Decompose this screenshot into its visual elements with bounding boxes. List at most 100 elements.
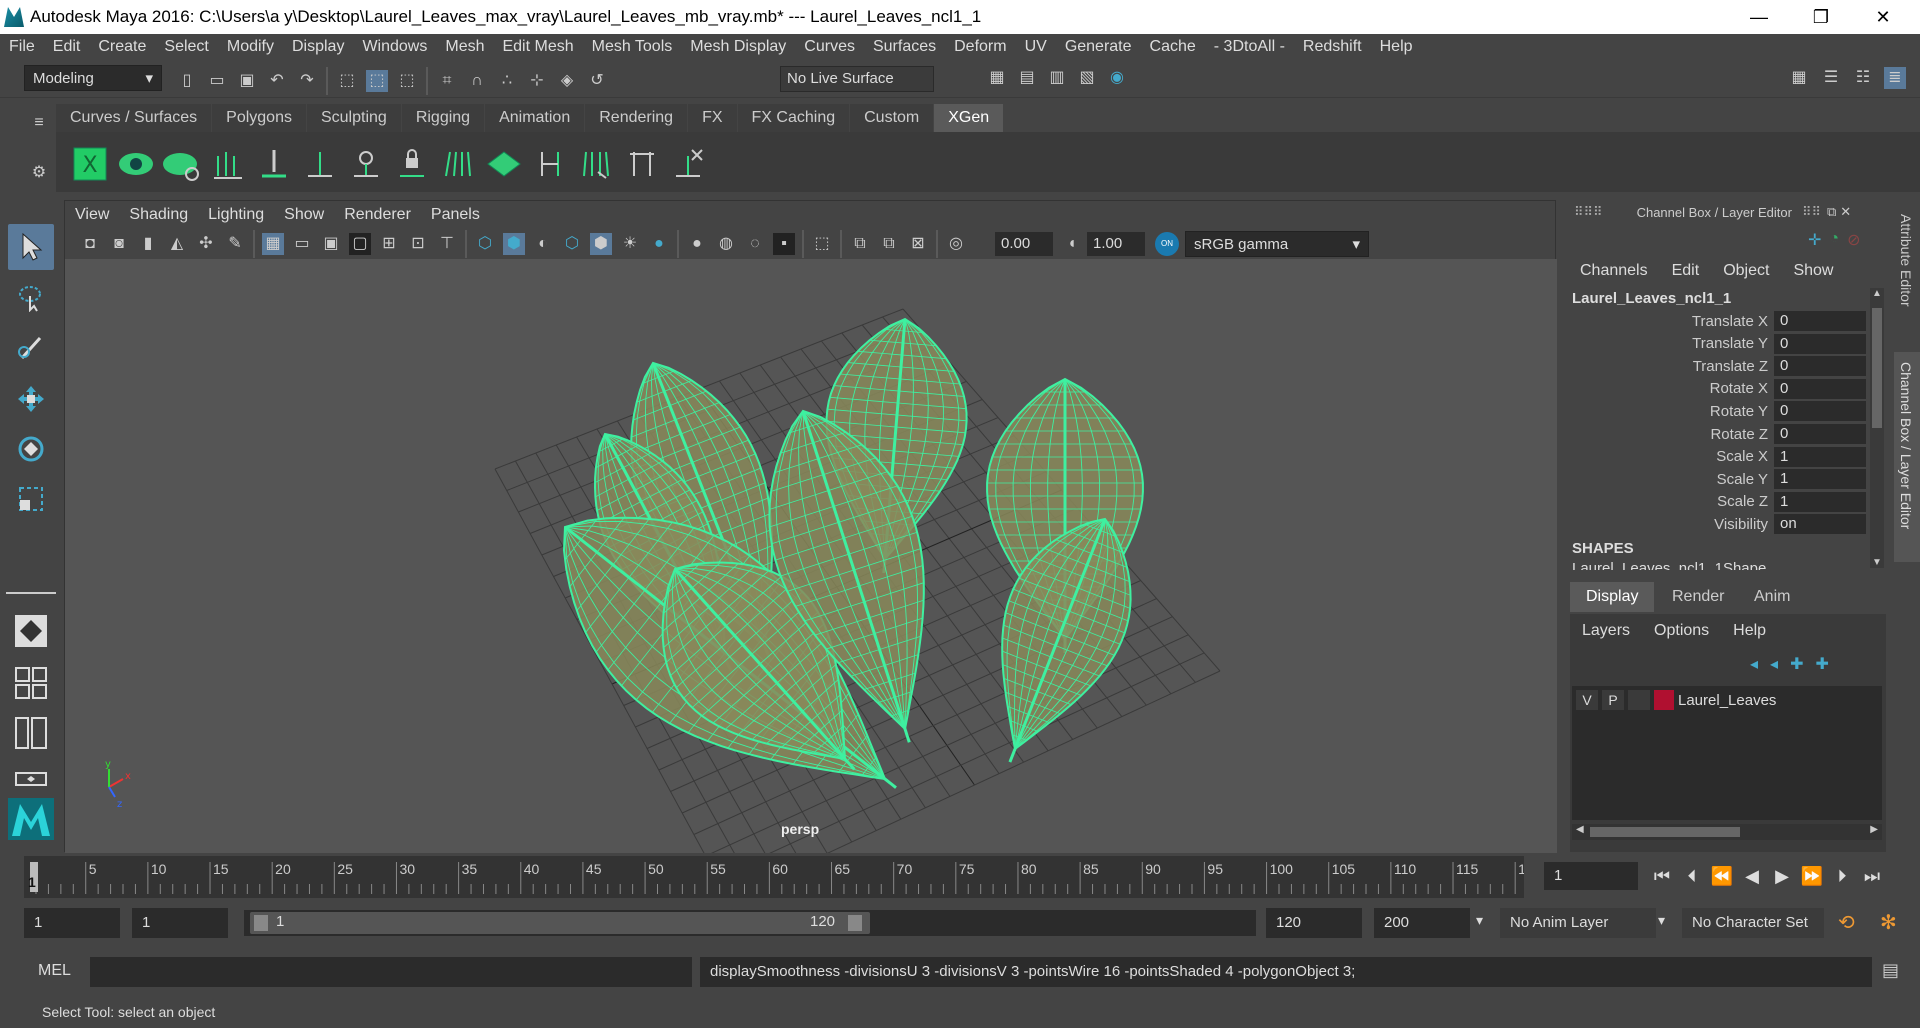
open-scene-icon[interactable]: ▭ [206, 70, 228, 92]
channel-value-field[interactable]: 0 [1774, 333, 1866, 354]
layer-visibility-toggle[interactable]: V [1576, 690, 1598, 710]
xray-icon[interactable]: ⬢ [590, 233, 612, 255]
layers-menu[interactable]: Layers [1582, 622, 1630, 640]
tool-settings-toggle-icon[interactable]: ☷ [1852, 67, 1874, 89]
show-menu[interactable]: Show [1793, 262, 1833, 280]
channel-label[interactable]: Rotate X [1566, 380, 1774, 397]
menu-file[interactable]: File [0, 38, 44, 56]
tab-animation[interactable]: Animation [485, 104, 585, 132]
grease-pencil-icon[interactable]: ✎ [224, 233, 246, 255]
viewport-3d-scene[interactable]: x y z persp [65, 259, 1557, 900]
move-tool-icon[interactable] [8, 376, 54, 422]
scroll-up-icon[interactable]: ▲ [1870, 288, 1884, 299]
snap-surface-icon[interactable]: ◈ [556, 70, 578, 92]
tab-rigging[interactable]: Rigging [401, 104, 485, 132]
scale-tool-icon[interactable] [8, 476, 54, 522]
select-tool-icon[interactable] [8, 224, 54, 270]
create-empty-layer-icon[interactable]: ✚ [1790, 654, 1803, 674]
tab-polygons[interactable]: Polygons [212, 104, 306, 132]
scroll-left-icon[interactable]: ◀ [1576, 824, 1584, 835]
time-slider[interactable]: 5 10 15 20 25 30 35 40 45 50 55 60 65 70 75 80 85 90 95 100… [24, 856, 1534, 898]
minimize-button[interactable]: — [1728, 0, 1790, 34]
maya-home-logo-icon[interactable] [8, 796, 54, 842]
menu-modify[interactable]: Modify [218, 38, 283, 56]
xgen-window-icon[interactable]: X [70, 144, 110, 184]
live-surface-field[interactable]: No Live Surface [780, 66, 934, 92]
command-input[interactable] [90, 957, 692, 987]
menu-deform[interactable]: Deform [945, 38, 1015, 56]
hyper-icon[interactable]: ⊘ [1847, 230, 1860, 250]
select-component-icon[interactable]: ⬚ [396, 70, 418, 92]
channel-box-scrollbar[interactable]: ▲ ▼ [1870, 288, 1884, 568]
viewport-menu-lighting[interactable]: Lighting [198, 206, 274, 224]
channel-row[interactable]: Rotate Z0 [1566, 423, 1876, 445]
layer-display-type-toggle[interactable] [1628, 690, 1650, 710]
xgen-add-guide-icon[interactable] [208, 144, 248, 184]
attribute-editor-side-tab[interactable]: Attribute Editor [1894, 200, 1920, 350]
menu-3dtoall[interactable]: - 3DtoAll - [1205, 38, 1294, 56]
resolution-gate-icon[interactable]: ▣ [320, 233, 342, 255]
layer-row[interactable]: V P Laurel_Leaves [1572, 686, 1882, 714]
channel-value-field[interactable]: 1 [1774, 469, 1866, 490]
channel-value-field[interactable]: 0 [1774, 311, 1866, 331]
menu-display[interactable]: Display [283, 38, 353, 56]
multisample-aa-icon[interactable]: ◌ [744, 233, 766, 255]
step-back-frame-icon[interactable]: ⏴ [1680, 864, 1704, 888]
scroll-right-icon[interactable]: ▶ [1870, 824, 1878, 835]
object-name[interactable]: Laurel_Leaves_ncl1_1 [1572, 290, 1731, 307]
layer-color-swatch[interactable] [1654, 690, 1674, 710]
safe-action-icon[interactable]: ⊡ [407, 233, 429, 255]
xgen-length-icon[interactable] [530, 144, 570, 184]
smooth-shade-icon[interactable]: ⬢ [503, 233, 525, 255]
shadows-icon[interactable]: ● [648, 233, 670, 255]
gamma-icon[interactable]: ◖ [1061, 233, 1083, 255]
channel-row[interactable]: Scale X1 [1566, 446, 1876, 468]
channel-row[interactable]: Translate Y0 [1566, 333, 1876, 355]
channel-row[interactable]: Rotate X0 [1566, 378, 1876, 400]
tab-fx[interactable]: FX [688, 104, 737, 132]
channel-row[interactable]: Rotate Y0 [1566, 400, 1876, 422]
menu-windows[interactable]: Windows [353, 38, 436, 56]
channel-box-toggle-icon[interactable]: ≣ [1884, 67, 1906, 89]
playback-end-field[interactable]: 120 [1266, 908, 1362, 938]
live-surface-icon[interactable]: ↺ [586, 70, 608, 92]
grid-icon[interactable]: ▦ [262, 233, 284, 255]
channel-value-field[interactable]: 0 [1774, 401, 1866, 422]
step-forward-frame-icon[interactable]: ⏵ [1830, 864, 1854, 888]
attribute-editor-toggle-icon[interactable]: ☰ [1820, 67, 1842, 89]
save-scene-icon[interactable]: ▣ [236, 70, 258, 92]
current-frame-field[interactable]: 1 [1544, 862, 1638, 890]
channel-label[interactable]: Scale X [1566, 448, 1774, 465]
menu-cache[interactable]: Cache [1141, 38, 1205, 56]
animation-preferences-icon[interactable]: ✻ [1880, 910, 1897, 935]
scrollbar-thumb[interactable] [1590, 827, 1740, 837]
snap-curve-icon[interactable]: ∩ [466, 70, 488, 92]
xgen-clear-preview-icon[interactable] [162, 144, 202, 184]
play-backwards-icon[interactable]: ◀ [1740, 864, 1764, 888]
scrollbar-thumb[interactable] [1872, 308, 1882, 428]
new-scene-icon[interactable]: ▯ [176, 70, 198, 92]
range-slider[interactable]: 1 120 [244, 910, 1256, 936]
channel-value-field[interactable]: 0 [1774, 424, 1866, 444]
shelf-settings-icon[interactable]: ⚙ [28, 162, 50, 184]
scroll-down-icon[interactable]: ▼ [1870, 557, 1884, 568]
wireframe-on-shaded-icon[interactable]: ⬡ [561, 233, 583, 255]
bookmark-icon[interactable]: ▮ [137, 233, 159, 255]
edit-menu[interactable]: Edit [1672, 262, 1700, 280]
rotate-tool-icon[interactable] [8, 426, 54, 472]
menu-redshift[interactable]: Redshift [1294, 38, 1371, 56]
go-to-end-icon[interactable]: ⏭ [1860, 864, 1884, 888]
channel-row[interactable]: Visibility on [1566, 513, 1876, 535]
menu-edit[interactable]: Edit [44, 38, 90, 56]
xgen-place-guide-icon[interactable] [254, 144, 294, 184]
camera-lock-icon[interactable]: ⊠ [907, 233, 929, 255]
xgen-cut-icon[interactable] [622, 144, 662, 184]
close-panel-icon[interactable]: ✕ [1840, 204, 1851, 220]
channel-value-field[interactable]: 1 [1774, 446, 1866, 467]
four-view-layout-icon[interactable] [8, 660, 54, 706]
xgen-comb-icon[interactable] [438, 144, 478, 184]
ipr-render-icon[interactable]: ▥ [1046, 67, 1068, 89]
menu-generate[interactable]: Generate [1056, 38, 1141, 56]
drag-handle-icon[interactable]: ⠿⠿⠿ [1574, 204, 1603, 220]
anim-layer-dropdown[interactable]: No Anim Layer [1500, 908, 1656, 938]
